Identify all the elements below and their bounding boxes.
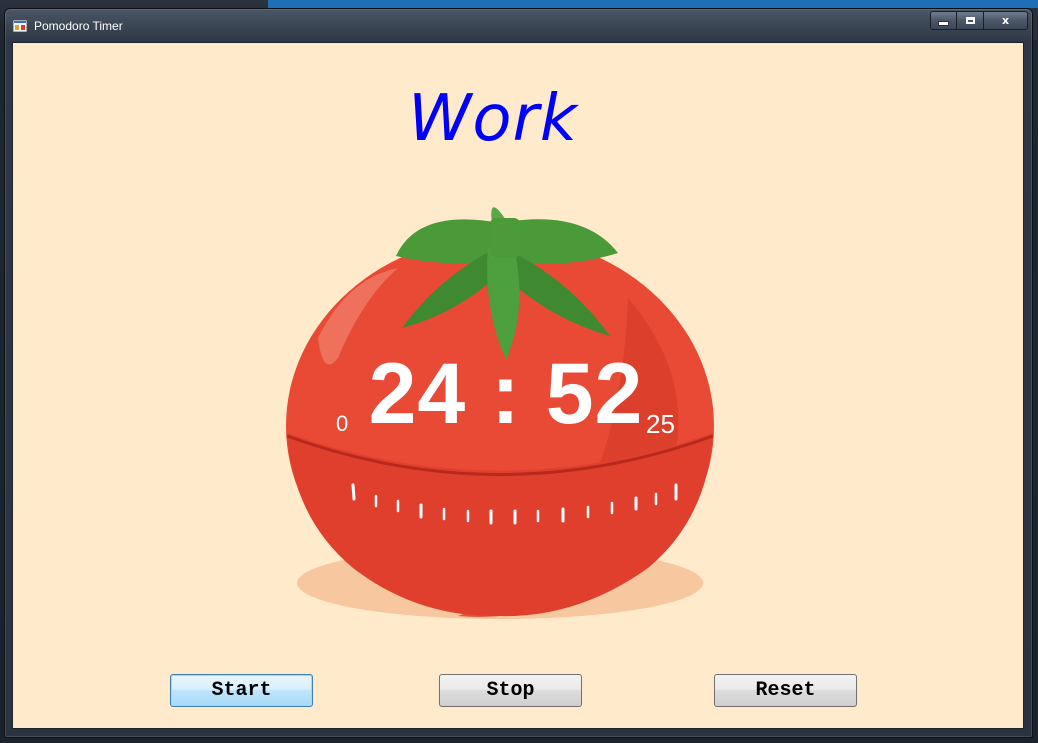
mode-label: Work [408,82,578,156]
timer-separator: : [491,346,521,442]
start-button[interactable]: Start [170,674,313,707]
minimize-icon [939,22,948,25]
title-bar[interactable]: Pomodoro Timer x [5,9,1032,42]
timer-minutes: 24 [368,346,467,442]
maximize-button[interactable] [957,11,984,30]
caption-buttons: x [930,11,1028,31]
timer-display: 24 : 52 [346,351,666,437]
reset-button[interactable]: Reset [714,674,857,707]
app-icon [13,20,27,32]
background-window-strip [268,0,1038,8]
client-area: Work 24: 52 0 25 Start Stop Reset [12,42,1024,729]
app-window: Pomodoro Timer x Work 24: 52 0 25 Start… [4,8,1033,738]
stop-button[interactable]: Stop [439,674,582,707]
window-title: Pomodoro Timer [34,19,123,33]
maximize-icon [965,17,975,24]
close-icon: x [1001,14,1010,27]
scale-max-label: 25 [646,409,675,439]
scale-min-label: 0 [336,411,349,436]
close-button[interactable]: x [984,11,1028,30]
minimize-button[interactable] [930,11,957,30]
timer-seconds: 52 [545,346,644,442]
